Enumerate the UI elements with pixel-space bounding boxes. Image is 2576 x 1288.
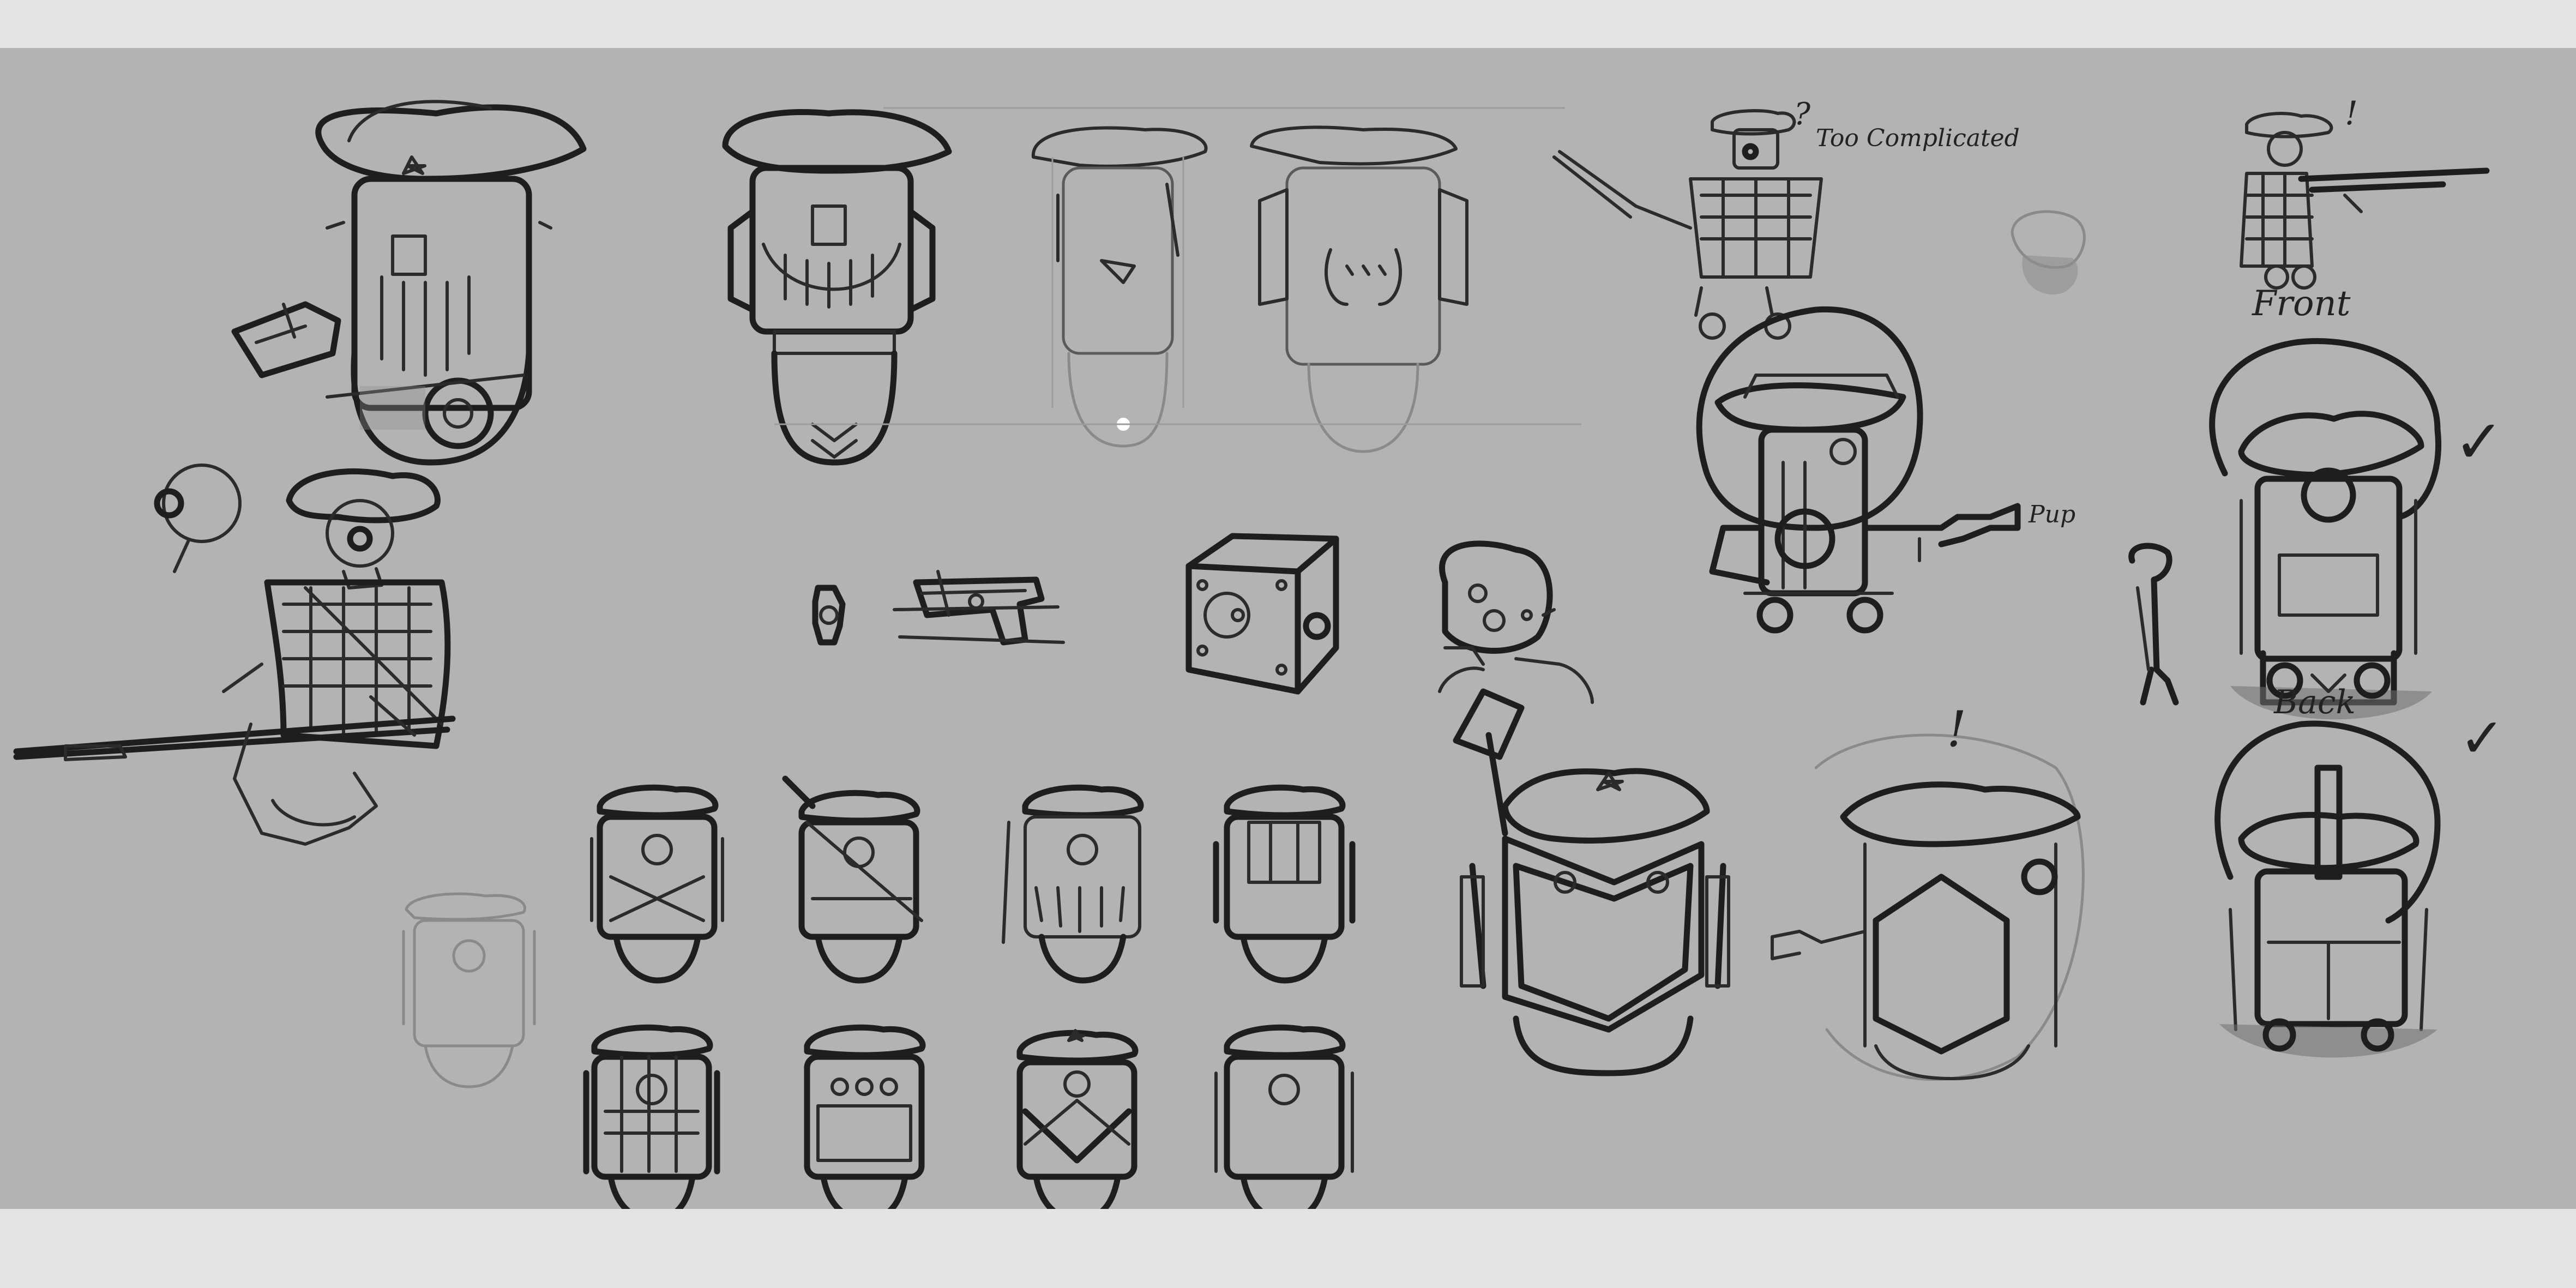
variant-3 bbox=[1002, 784, 1144, 984]
sketch-robot-front-turnaround bbox=[2209, 338, 2441, 720]
annotation-front-label: Front bbox=[2252, 284, 2351, 324]
variant-5 bbox=[583, 1024, 720, 1209]
sketch-prop-box bbox=[1185, 533, 1339, 695]
sketch-robot-aiming-rifle bbox=[2240, 112, 2490, 290]
variant-7 bbox=[1016, 1029, 1139, 1209]
sketch-blob-small bbox=[2011, 210, 2086, 294]
annotation-exclaim-top: ! bbox=[2345, 94, 2358, 133]
sketch-robot-side-view bbox=[1031, 126, 1208, 448]
sketch-variant-grid bbox=[583, 775, 1356, 1209]
annotation-pew-sound: Pup bbox=[2028, 501, 2075, 528]
annotation-question-mark: ? bbox=[1794, 97, 1811, 132]
variant-8 bbox=[1214, 1024, 1354, 1209]
sketch-robot-seated-rifle bbox=[13, 464, 456, 846]
sketch-sheriff-robot-main bbox=[231, 100, 587, 466]
annotation-front-check: ✓ bbox=[2454, 407, 2504, 477]
sketch-robot-arm bbox=[2128, 543, 2179, 706]
sketch-robot-faint-small bbox=[402, 892, 536, 1088]
annotation-back-check: ✓ bbox=[2459, 706, 2505, 770]
variant-4 bbox=[1213, 784, 1356, 984]
sketch-robot-back-view bbox=[1250, 125, 1468, 453]
sketch-robot-bubble-helmet bbox=[1696, 306, 2021, 634]
variant-2 bbox=[782, 775, 923, 984]
variant-6 bbox=[804, 1024, 926, 1209]
annotation-exclaim-middle: ! bbox=[1947, 701, 1966, 758]
variant-1 bbox=[590, 784, 724, 984]
sketch-round-face-doodle bbox=[1438, 540, 1594, 704]
sketch-robot-too-complicated bbox=[1552, 109, 1823, 340]
annotation-too-complicated: Too Complicated bbox=[1816, 124, 2020, 152]
sketch-robot-pistol-bubble bbox=[1771, 733, 2085, 1081]
sketch-robot-back-turnaround bbox=[2214, 720, 2441, 1058]
annotation-back-label: Back bbox=[2273, 683, 2356, 721]
sketch-robot-front-view bbox=[722, 109, 952, 466]
sketch-robot-flag-sheriff bbox=[1453, 688, 1730, 1076]
sketch-prop-badge bbox=[812, 585, 846, 646]
concept-sketch-sheet: Too Complicated ? ! ! Pup Front Back ✓ ✓ bbox=[0, 48, 2576, 1209]
sketch-prop-pistol bbox=[893, 570, 1065, 646]
